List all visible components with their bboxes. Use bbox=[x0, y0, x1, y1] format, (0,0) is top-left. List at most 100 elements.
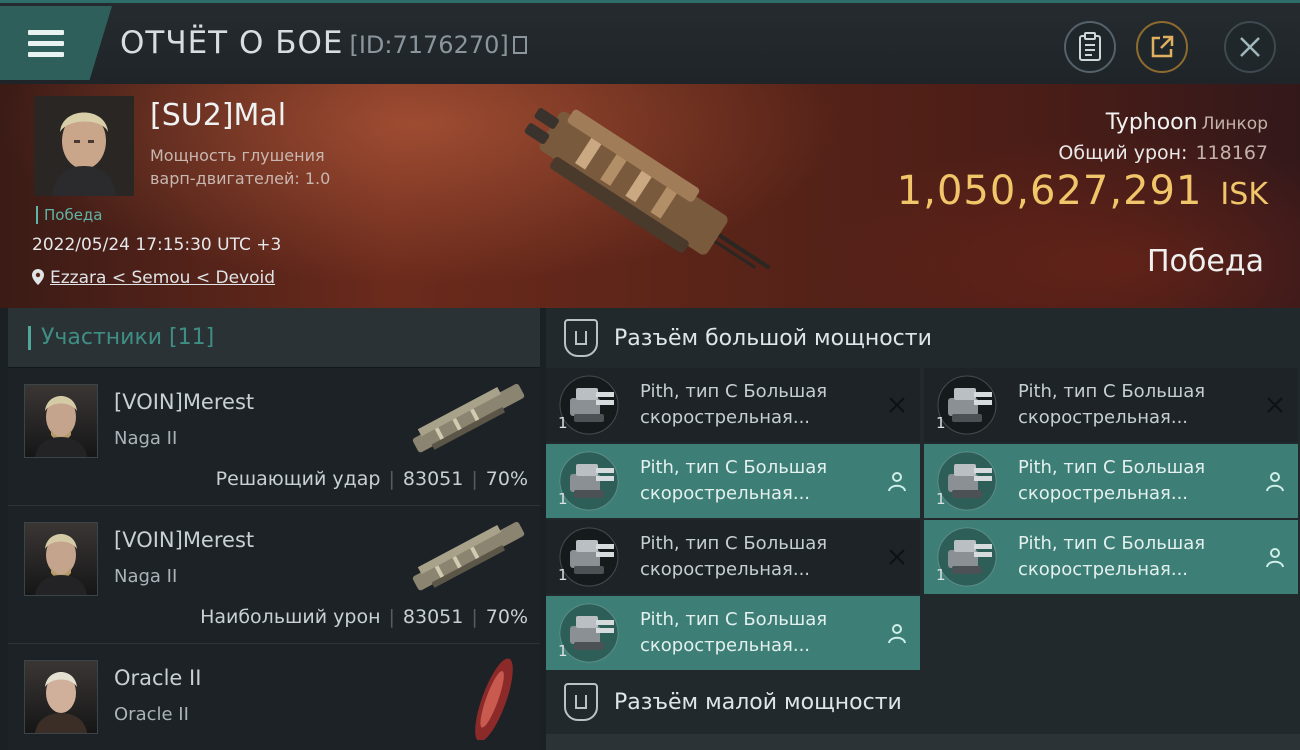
module-name: Pith, тип C Большая скорострельная... bbox=[640, 379, 827, 431]
ship-thumbnail bbox=[412, 521, 525, 591]
participants-panel: Участники [11] [VOIN]Merest Naga II Реша… bbox=[8, 308, 540, 750]
participants-title: Участники [11] bbox=[41, 325, 215, 350]
module-slot[interactable]: 1 Pith, тип C Большая скорострельная... bbox=[924, 444, 1298, 518]
module-quantity: 1 bbox=[558, 490, 568, 508]
participant-ship: Naga II bbox=[114, 428, 178, 449]
status-badge: Победа bbox=[36, 206, 103, 224]
person-icon bbox=[1264, 470, 1286, 492]
module-name: Pith, тип C Большая скорострельная... bbox=[1018, 379, 1205, 431]
participant-role: Наибольший урон bbox=[200, 606, 381, 628]
warp-line-1: Мощность глушения bbox=[150, 146, 325, 165]
isk-value: 1,050,627,291 ISK bbox=[897, 168, 1268, 214]
participant-name[interactable]: [VOIN]Merest bbox=[114, 528, 254, 552]
module-name-line-2: скорострельная... bbox=[640, 559, 811, 580]
victim-name[interactable]: [SU2]Mal bbox=[150, 98, 286, 133]
map-pin-icon bbox=[32, 268, 44, 288]
avatar bbox=[24, 660, 98, 734]
module-name-line-1: Pith, тип C Большая bbox=[1018, 457, 1206, 478]
warp-scramble-strength: Мощность глушения варп-двигателей: 1.0 bbox=[150, 144, 330, 190]
high-slots-title: Разъём большой мощности bbox=[614, 325, 932, 351]
participant-ship: Oracle II bbox=[114, 704, 189, 725]
x-icon bbox=[886, 546, 908, 568]
participant-row[interactable]: Oracle II Oracle II bbox=[8, 644, 540, 750]
participant-stats: Решающий удар | 83051 | 70% bbox=[215, 468, 528, 490]
module-slot[interactable]: 1 Pith, тип C Большая скорострельная... bbox=[546, 520, 920, 594]
low-slots-header: Разъём малой мощности bbox=[546, 672, 902, 732]
module-slot[interactable]: 1 Pith, тип C Большая скорострельная... bbox=[924, 520, 1298, 594]
module-name: Pith, тип C Большая скорострельная... bbox=[640, 607, 827, 659]
participants-header[interactable]: Участники [11] bbox=[8, 308, 540, 368]
high-slots-header: Разъём большой мощности bbox=[546, 308, 1300, 368]
module-quantity: 1 bbox=[936, 490, 946, 508]
module-quantity: 1 bbox=[558, 566, 568, 584]
module-slot[interactable]: 1 Pith, тип C Большая скорострельная... bbox=[546, 368, 920, 442]
header-accent-bar bbox=[28, 325, 31, 350]
menu-button[interactable] bbox=[0, 6, 112, 80]
participant-percent: 70% bbox=[485, 606, 528, 628]
shield-slot-icon bbox=[564, 683, 598, 721]
victim-portrait[interactable] bbox=[34, 96, 134, 196]
module-name-line-1: Pith, тип C Большая bbox=[640, 457, 828, 478]
module-name-line-1: Pith, тип C Большая bbox=[640, 533, 828, 554]
clipboard-icon bbox=[1079, 32, 1101, 61]
shield-slot-icon bbox=[564, 319, 598, 357]
ship-thumbnail bbox=[475, 658, 513, 740]
module-quantity: 1 bbox=[558, 642, 568, 660]
ship-name[interactable]: Typhoon Линкор bbox=[1106, 110, 1268, 135]
share-icon bbox=[1151, 35, 1174, 58]
isk-unit: ISK bbox=[1220, 177, 1268, 212]
high-slots-grid: 1 Pith, тип C Большая скорострельная... 1 Pi… bbox=[546, 368, 1300, 672]
module-slot[interactable]: 1 Pith, тип C Большая скорострельная... bbox=[924, 368, 1298, 442]
damage-value: 118167 bbox=[1195, 142, 1268, 164]
location-link[interactable]: Ezzara < Semou < Devoid bbox=[50, 268, 275, 288]
module-name-line-2: скорострельная... bbox=[1018, 559, 1189, 580]
victim-avatar bbox=[34, 96, 134, 196]
participant-damage: 83051 bbox=[402, 606, 464, 628]
fitting-panel: Разъём большой мощности 1 Pith, тип C Бол… bbox=[546, 308, 1300, 750]
module-name-line-1: Pith, тип C Большая bbox=[1018, 381, 1206, 402]
module-name-line-1: Pith, тип C Большая bbox=[640, 609, 828, 630]
module-name-line-1: Pith, тип C Большая bbox=[640, 381, 828, 402]
share-button[interactable] bbox=[1136, 21, 1188, 73]
person-icon bbox=[1264, 546, 1286, 568]
module-name-line-2: скорострельная... bbox=[1018, 483, 1189, 504]
person-icon bbox=[886, 470, 908, 492]
ship-type: Typhoon bbox=[1105, 110, 1198, 135]
participant-ship: Naga II bbox=[114, 566, 178, 587]
module-name-line-2: скорострельная... bbox=[1018, 407, 1189, 428]
participant-role: Решающий удар bbox=[215, 468, 381, 490]
clipboard-button[interactable] bbox=[1064, 21, 1116, 73]
participant-damage: 83051 bbox=[402, 468, 464, 490]
module-name-line-2: скорострельная... bbox=[640, 635, 811, 656]
participant-percent: 70% bbox=[485, 468, 528, 490]
module-name: Pith, тип C Большая скорострельная... bbox=[1018, 531, 1205, 583]
ship-render bbox=[524, 108, 771, 270]
participant-stats: Наибольший урон | 83051 | 70% bbox=[200, 606, 528, 628]
kill-datetime: 2022/05/24 17:15:30 UTC +3 bbox=[32, 235, 282, 255]
top-bar: ОТЧЁТ О БОЕ [ID:7176270] bbox=[0, 0, 1300, 84]
killmail-hero: [SU2]Mal Мощность глушения варп-двигател… bbox=[0, 84, 1300, 308]
ship-class: Линкор bbox=[1201, 114, 1268, 134]
close-button[interactable] bbox=[1224, 21, 1276, 73]
ship-thumbnail bbox=[412, 383, 525, 453]
module-name-line-2: скорострельная... bbox=[640, 483, 811, 504]
participant-name[interactable]: Oracle II bbox=[114, 666, 201, 690]
hamburger-icon bbox=[28, 30, 64, 63]
location: Ezzara < Semou < Devoid bbox=[32, 268, 275, 288]
participant-row[interactable]: [VOIN]Merest Naga II Наибольший урон | 830… bbox=[8, 506, 540, 644]
low-slots-title: Разъём малой мощности bbox=[614, 689, 902, 715]
participant-name[interactable]: [VOIN]Merest bbox=[114, 390, 254, 414]
participant-row[interactable]: [VOIN]Merest Naga II Решающий удар | 83051… bbox=[8, 368, 540, 506]
module-slot[interactable]: 1 Pith, тип C Большая скорострельная... bbox=[546, 596, 920, 670]
page-title: ОТЧЁТ О БОЕ [ID:7176270] bbox=[120, 25, 527, 61]
person-icon bbox=[886, 622, 908, 644]
avatar bbox=[24, 522, 98, 596]
module-name-line-1: Pith, тип C Большая bbox=[1018, 533, 1206, 554]
damage-label: Общий урон: bbox=[1058, 142, 1188, 164]
module-name-line-2: скорострельная... bbox=[640, 407, 811, 428]
module-quantity: 1 bbox=[936, 566, 946, 584]
isk-amount: 1,050,627,291 bbox=[896, 168, 1203, 214]
page-title-text: ОТЧЁТ О БОЕ bbox=[120, 25, 344, 61]
copy-icon[interactable] bbox=[512, 36, 527, 54]
module-slot[interactable]: 1 Pith, тип C Большая скорострельная... bbox=[546, 444, 920, 518]
